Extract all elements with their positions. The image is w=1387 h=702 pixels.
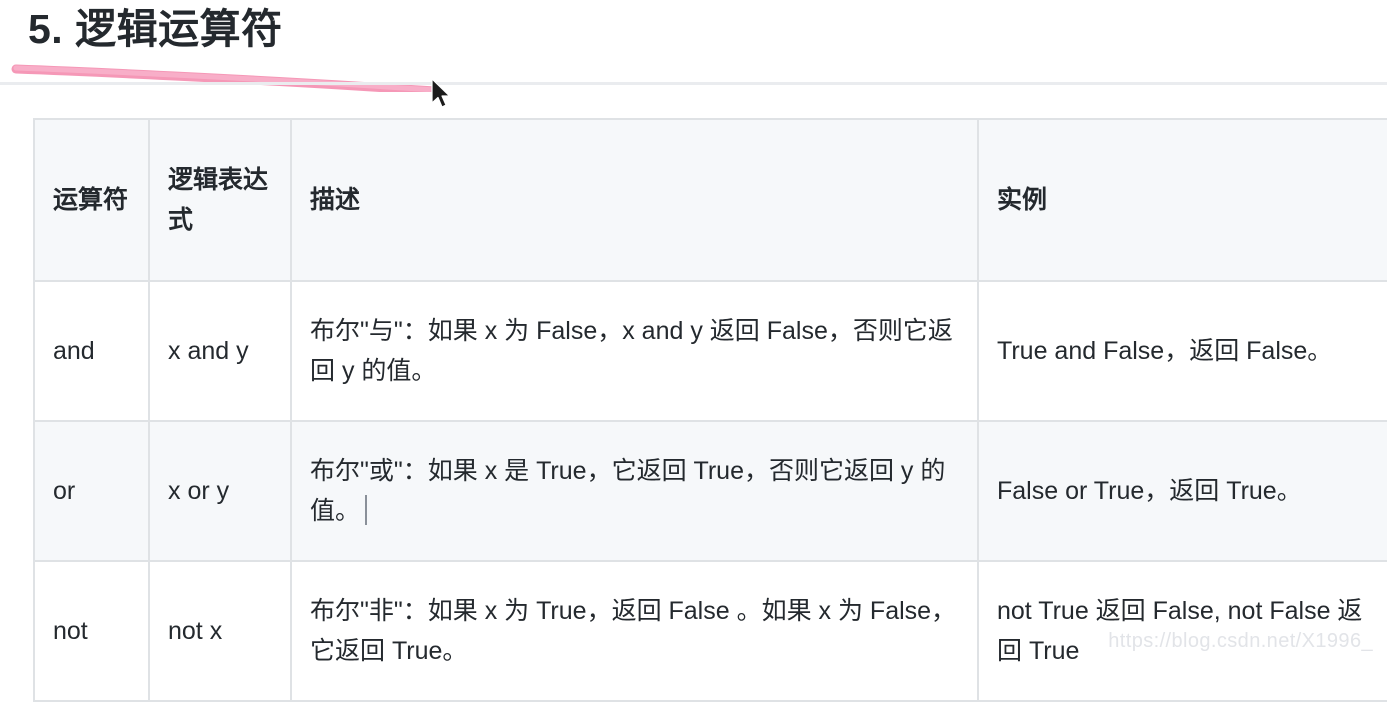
logical-operators-table: 运算符 逻辑表达式 描述 实例 and x and y 布尔"与"：如果 x 为… (33, 118, 1387, 702)
table-row: and x and y 布尔"与"：如果 x 为 False，x and y 返… (33, 280, 1387, 422)
cell-description[interactable]: 布尔"或"：如果 x 是 True，它返回 True，否则它返回 y 的值。 (290, 420, 979, 562)
page-title: 5. 逻辑运算符 (28, 6, 283, 52)
cell-expression: not x (148, 560, 292, 702)
column-header-expression: 逻辑表达式 (148, 118, 292, 282)
cell-description: 布尔"与"：如果 x 为 False，x and y 返回 False，否则它返… (290, 280, 979, 422)
text-caret (365, 495, 368, 525)
cell-operator: not (33, 560, 150, 702)
heading-section: 5. 逻辑运算符 (0, 0, 1387, 96)
column-header-example: 实例 (977, 118, 1387, 282)
cell-example: False or True，返回 True。 (977, 420, 1387, 562)
title-horizontal-rule (0, 82, 1387, 85)
cell-expression: x or y (148, 420, 292, 562)
cell-operator: and (33, 280, 150, 422)
cell-example: True and False，返回 False。 (977, 280, 1387, 422)
table-header: 运算符 逻辑表达式 描述 实例 (33, 118, 1387, 282)
logical-operators-table-wrap: 运算符 逻辑表达式 描述 实例 and x and y 布尔"与"：如果 x 为… (33, 118, 1387, 702)
table-row: not not x 布尔"非"：如果 x 为 True，返回 False 。如果… (33, 560, 1387, 702)
cell-description-text: 布尔"或"：如果 x 是 True，它返回 True，否则它返回 y 的值。 (310, 456, 946, 526)
cell-operator: or (33, 420, 150, 562)
cell-example: not True 返回 False, not False 返回 True (977, 560, 1387, 702)
cell-expression: x and y (148, 280, 292, 422)
column-header-operator: 运算符 (33, 118, 150, 282)
table-body: and x and y 布尔"与"：如果 x 为 False，x and y 返… (33, 280, 1387, 702)
cell-description: 布尔"非"：如果 x 为 True，返回 False 。如果 x 为 False… (290, 560, 979, 702)
table-header-row: 运算符 逻辑表达式 描述 实例 (33, 118, 1387, 282)
table-row: or x or y 布尔"或"：如果 x 是 True，它返回 True，否则它… (33, 420, 1387, 562)
page-root: 5. 逻辑运算符 运算符 逻辑表达式 描述 实例 and x and y 布尔"… (0, 0, 1387, 702)
column-header-description: 描述 (290, 118, 979, 282)
